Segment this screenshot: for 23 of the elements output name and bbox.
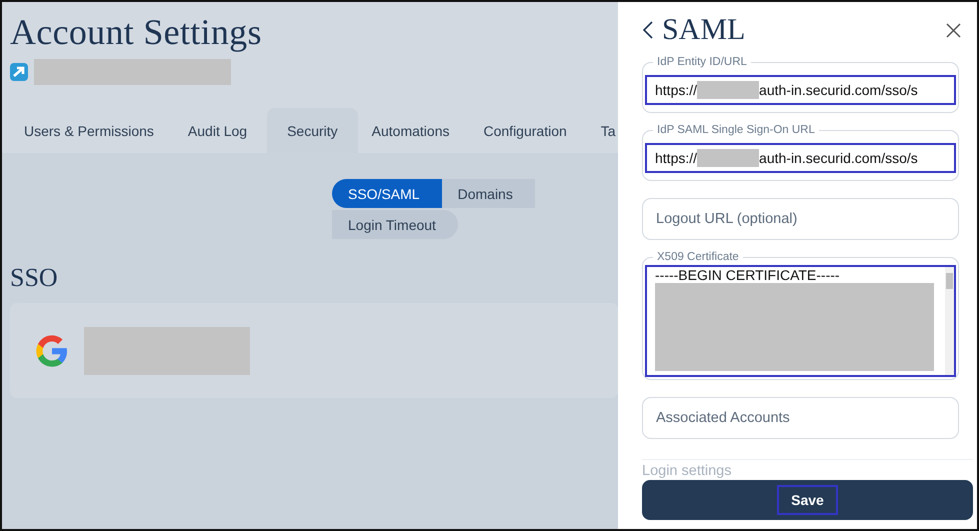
tab[interactable]: Configuration: [470, 108, 587, 153]
field-label: IdP SAML Single Sign-On URL: [653, 123, 819, 137]
segment-tab[interactable]: Login Timeout: [332, 210, 458, 239]
section-title: SSO: [10, 263, 59, 293]
tab[interactable]: Users & Permissions: [10, 108, 174, 153]
field-label: IdP Entity ID/URL: [653, 55, 751, 69]
tab[interactable]: Audit Log: [174, 108, 268, 153]
tab[interactable]: Automations: [358, 108, 470, 153]
close-icon[interactable]: [946, 22, 961, 38]
page-title: Account Settings: [10, 11, 263, 54]
section-label: Login settings: [642, 459, 973, 479]
input-field[interactable]: Logout URL (optional): [642, 198, 959, 240]
app-logo-icon: [10, 63, 28, 81]
input-field[interactable]: Associated Accounts: [642, 397, 959, 439]
segment-tab[interactable]: Domains: [442, 179, 535, 208]
google-icon: [34, 332, 70, 368]
segment-tab[interactable]: SSO/SAML: [332, 179, 442, 208]
tab[interactable]: Security: [267, 108, 358, 153]
scrollbar[interactable]: [945, 267, 954, 375]
tab[interactable]: Ta: [586, 108, 618, 153]
panel-title: SAML: [662, 13, 746, 47]
save-button[interactable]: Save: [777, 485, 838, 515]
back-icon[interactable]: [642, 20, 654, 40]
